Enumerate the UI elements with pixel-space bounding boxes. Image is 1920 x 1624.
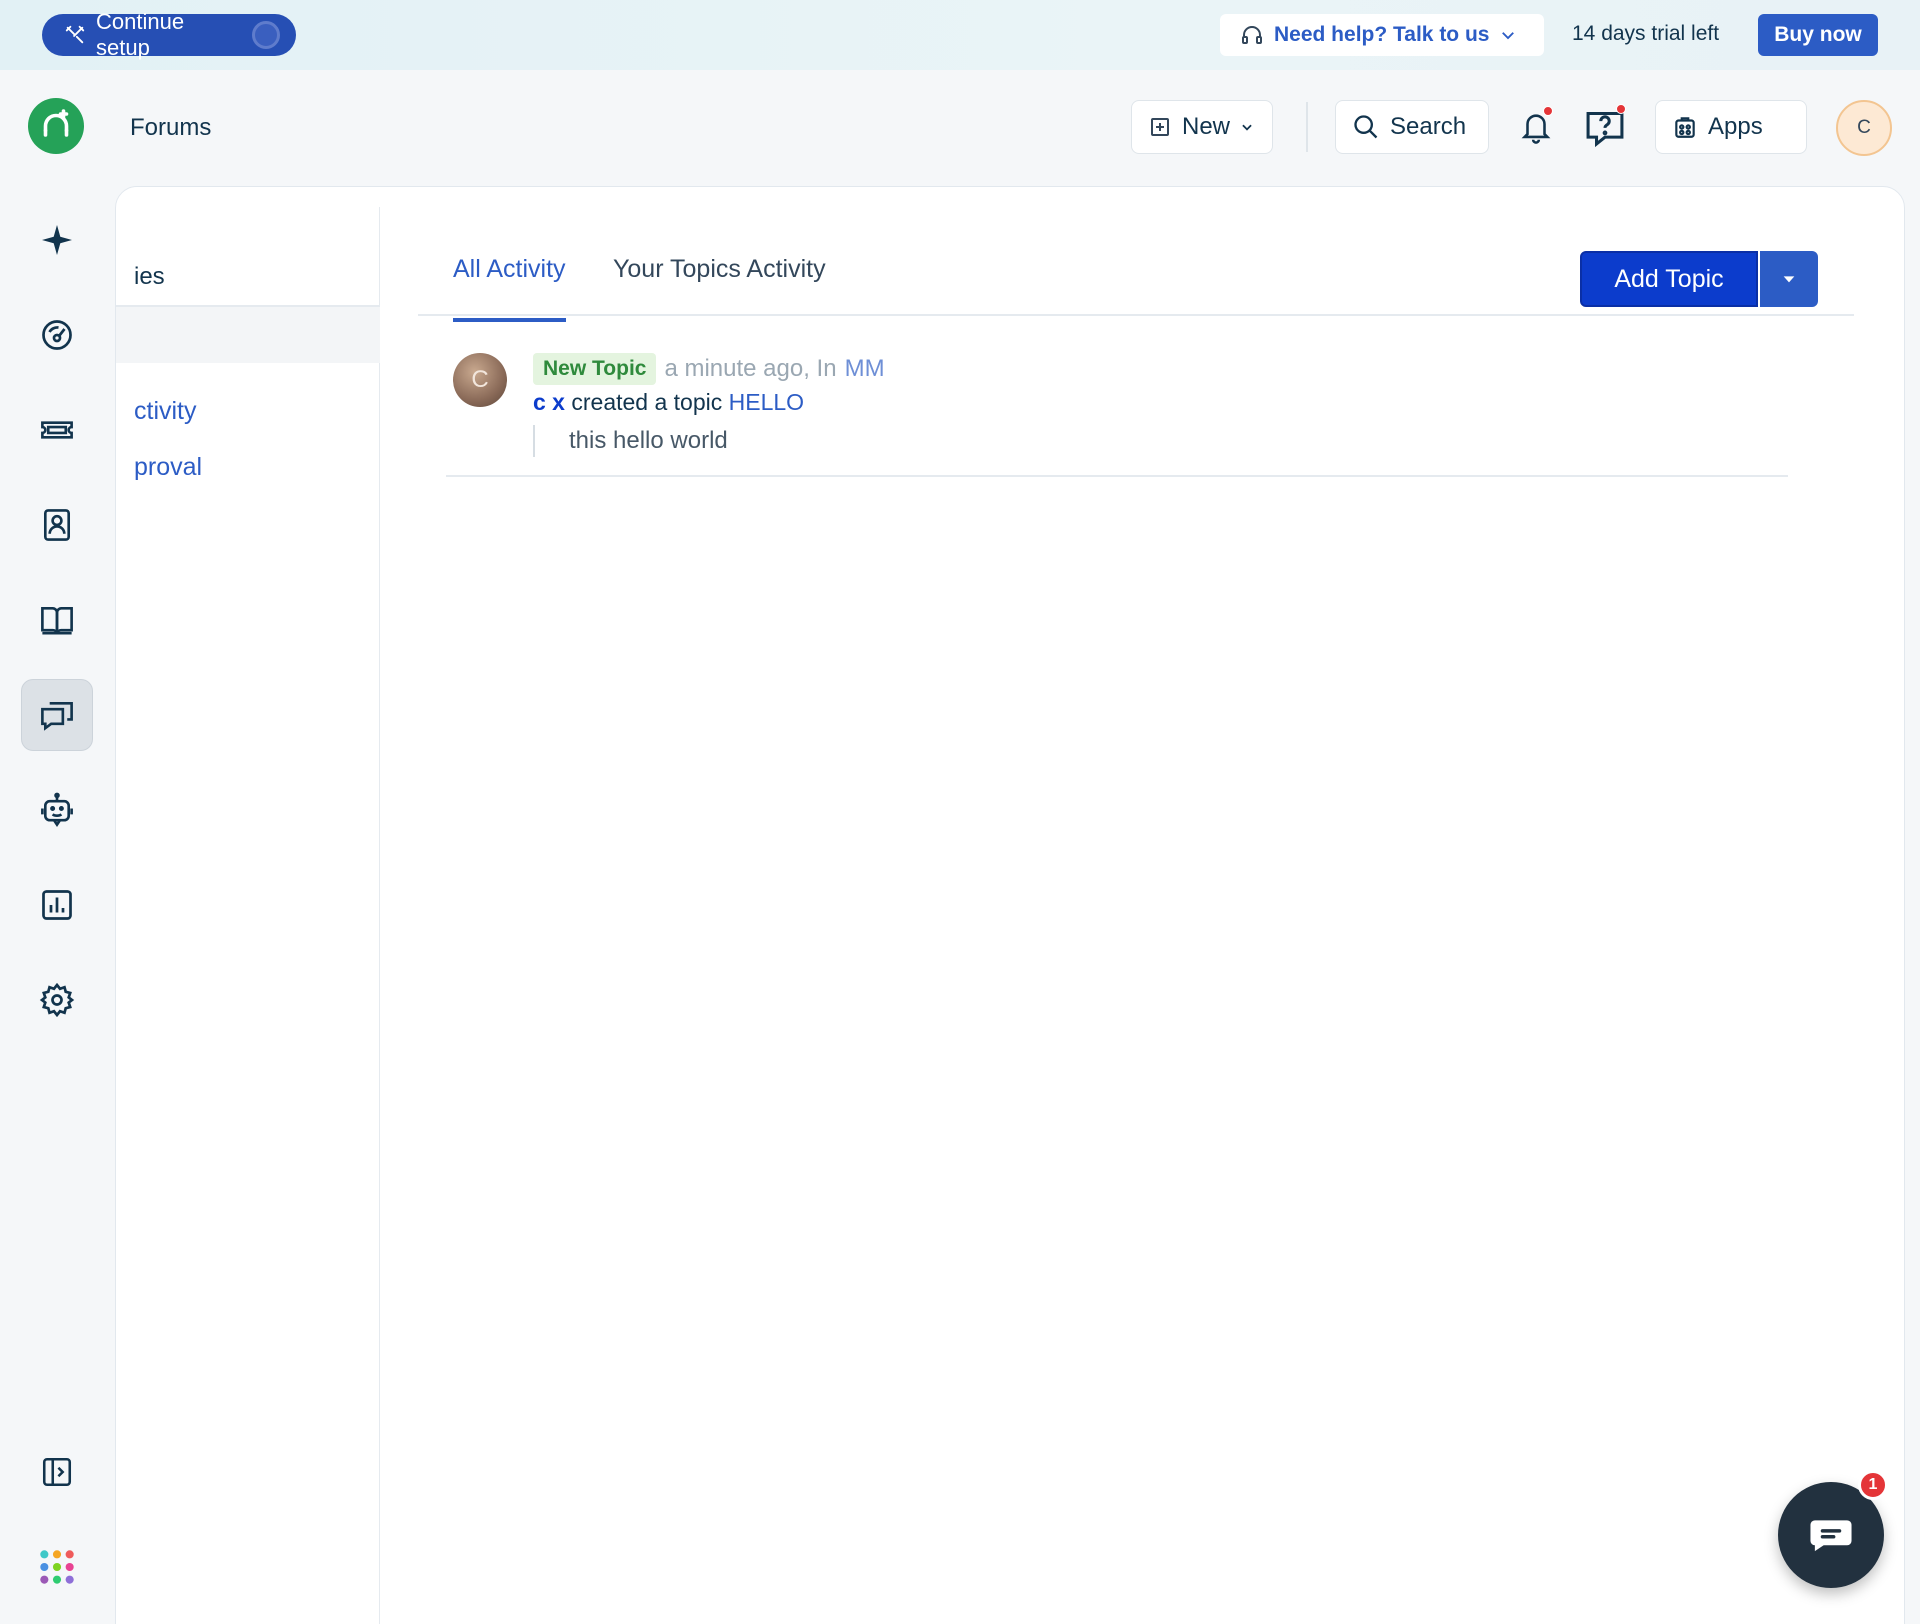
- apps-button[interactable]: Apps: [1655, 100, 1807, 154]
- rail-tickets[interactable]: [21, 394, 93, 466]
- continue-setup-button[interactable]: Continue setup: [42, 9, 296, 60]
- rail-settings[interactable]: [21, 964, 93, 1036]
- setup-progress-ring: [252, 21, 280, 49]
- book-icon: [41, 606, 73, 635]
- chat-unread-badge: 1: [1858, 1470, 1888, 1500]
- caret-down-icon: [1783, 276, 1795, 283]
- forum-chat-icon: [41, 701, 73, 731]
- rail-contacts[interactable]: [21, 489, 93, 561]
- tools-icon: [65, 25, 85, 44]
- trial-banner: Continue setup Need help? Talk to us 14 …: [0, 0, 1920, 70]
- tabs-underline: [418, 314, 1854, 316]
- plus-square-icon: [1151, 118, 1169, 136]
- apps-label: Apps: [1708, 113, 1763, 140]
- chevron-down-icon: [1242, 124, 1252, 131]
- bot-icon: [41, 792, 73, 827]
- rail-dashboard[interactable]: [21, 299, 93, 371]
- page-title: Forums: [130, 114, 212, 141]
- add-topic-dropdown-button[interactable]: [1760, 251, 1818, 307]
- header-divider: [1306, 102, 1308, 152]
- search-label: Search: [1390, 113, 1467, 140]
- gear-icon: [39, 982, 75, 1018]
- apps-icon: [1675, 117, 1695, 138]
- activity-excerpt: this hello world: [533, 425, 728, 457]
- search-button[interactable]: Search: [1335, 100, 1489, 154]
- headset-logo-icon: [43, 109, 69, 137]
- activity-author-link[interactable]: c x: [533, 389, 565, 415]
- activity-item: C New Topic a minute ago, In MM c x crea…: [446, 347, 1788, 477]
- activity-action-text: created a topic: [571, 389, 723, 415]
- app-logo[interactable]: [28, 98, 84, 154]
- contact-card-icon: [43, 509, 71, 541]
- app-grid-icon: [40, 1550, 74, 1584]
- need-help-button[interactable]: Need help? Talk to us: [1220, 14, 1544, 56]
- user-avatar[interactable]: C: [1836, 100, 1892, 156]
- rail-expand-sidebar[interactable]: [21, 1436, 93, 1508]
- rail-bots[interactable]: [21, 774, 93, 846]
- help-dot: [1616, 104, 1626, 114]
- new-button[interactable]: New: [1131, 100, 1273, 154]
- notification-dot: [1543, 106, 1553, 116]
- rail-app-switcher[interactable]: [21, 1531, 93, 1603]
- activity-avatar[interactable]: C: [453, 353, 507, 407]
- chevron-down-icon: [1502, 32, 1515, 40]
- add-topic-button[interactable]: Add Topic: [1580, 251, 1758, 307]
- activity-topic-link[interactable]: HELLO: [729, 389, 804, 415]
- activity-meta: New Topic a minute ago, In MM: [533, 353, 885, 385]
- chat-bubble-icon: [1810, 1520, 1852, 1552]
- activity-description: c x created a topic HELLO: [533, 389, 804, 416]
- trial-days-text: 14 days trial left: [1572, 22, 1720, 45]
- rail-solutions[interactable]: [21, 584, 93, 656]
- subnav-selected-item[interactable]: [116, 307, 380, 363]
- ticket-icon: [41, 421, 73, 439]
- notifications-button[interactable]: [1509, 100, 1563, 154]
- new-label: New: [1182, 113, 1231, 140]
- buy-now-button[interactable]: Buy now: [1758, 14, 1878, 56]
- sidebar-expand-icon: [42, 1457, 72, 1487]
- help-button[interactable]: [1578, 100, 1632, 154]
- forum-subnav: ies ctivity proval: [116, 207, 380, 1624]
- rail-freddy-ai[interactable]: [21, 204, 93, 276]
- forums-panel: ies ctivity proval All Activity Your Top…: [115, 186, 1905, 1624]
- subnav-item-approval[interactable]: proval: [134, 453, 202, 482]
- new-topic-badge: New Topic: [533, 353, 657, 385]
- dashboard-gauge-icon: [42, 320, 72, 350]
- subnav-title: ies: [134, 263, 165, 290]
- tab-all-activity[interactable]: All Activity: [453, 255, 566, 322]
- tab-your-topics-activity[interactable]: Your Topics Activity: [613, 255, 826, 318]
- search-icon: [1354, 115, 1378, 139]
- activity-time: a minute ago, In: [664, 355, 837, 382]
- continue-setup-label: Continue setup: [96, 9, 185, 60]
- need-help-label: Need help? Talk to us: [1274, 23, 1490, 46]
- rail-forums[interactable]: [21, 679, 93, 751]
- sparkle-icon: [42, 225, 72, 255]
- rail-reports[interactable]: [21, 869, 93, 941]
- activity-forum-link[interactable]: MM: [845, 355, 885, 383]
- headset-icon: [1242, 26, 1262, 44]
- subnav-item-activity[interactable]: ctivity: [134, 397, 197, 426]
- analytics-chart-icon: [42, 890, 72, 920]
